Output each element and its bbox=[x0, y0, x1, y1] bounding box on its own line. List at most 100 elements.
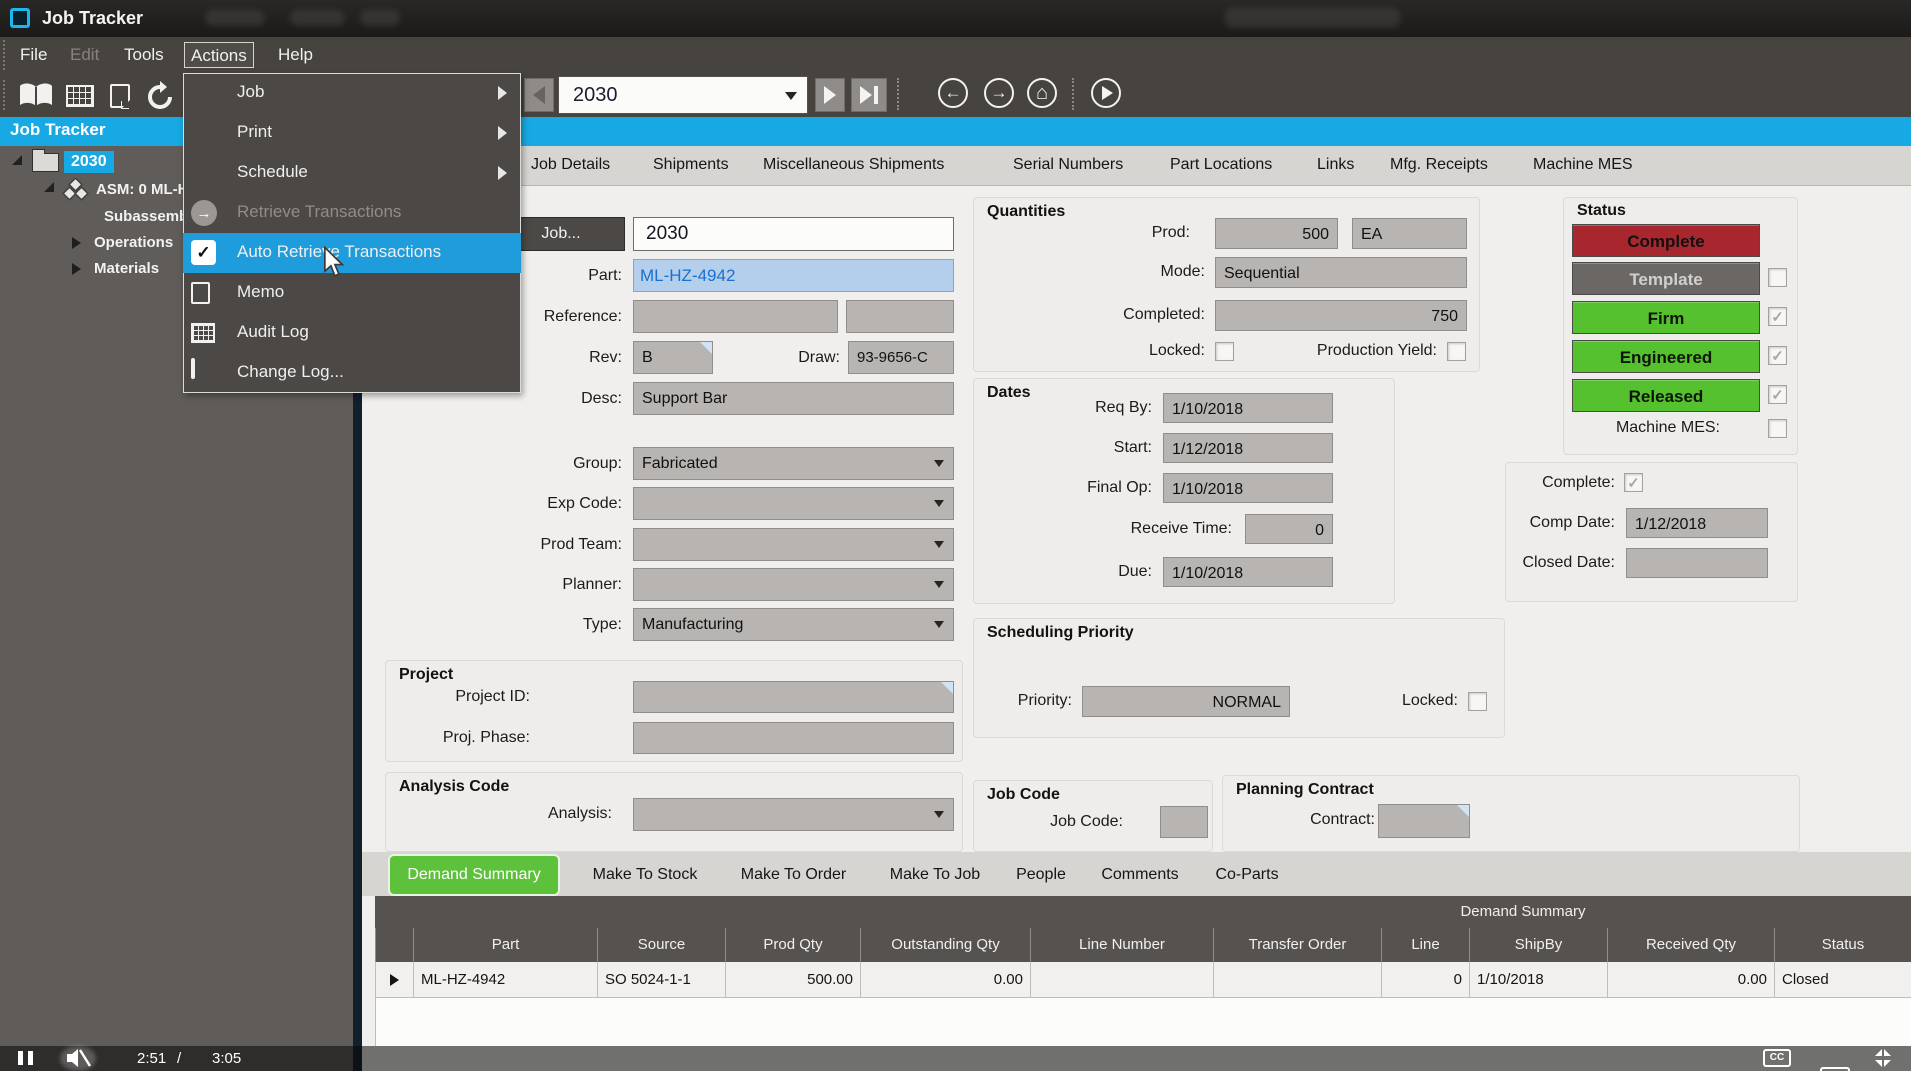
draw-field[interactable]: 93-9656-C bbox=[848, 341, 954, 374]
final-op-field[interactable]: 1/10/2018 bbox=[1163, 473, 1333, 503]
req-by-field[interactable]: 1/10/2018 bbox=[1163, 393, 1333, 423]
toolbar-grip[interactable] bbox=[3, 80, 6, 110]
header-source[interactable]: Source bbox=[597, 928, 725, 962]
tab-links[interactable]: Links bbox=[1317, 156, 1354, 174]
closed-captions-button[interactable]: CC bbox=[1763, 1049, 1791, 1067]
proj-phase-field[interactable] bbox=[633, 722, 954, 754]
menu-tools[interactable]: Tools bbox=[118, 42, 170, 68]
home-icon[interactable]: ⌂ bbox=[1027, 78, 1057, 108]
menu-item-audit-log[interactable]: Audit Log bbox=[183, 313, 521, 353]
play-icon[interactable] bbox=[1091, 78, 1121, 108]
template-checkbox[interactable] bbox=[1768, 268, 1787, 287]
tree-item-job[interactable]: 2030 bbox=[64, 151, 114, 173]
closed-date-field[interactable] bbox=[1626, 548, 1768, 578]
chevron-down-icon[interactable] bbox=[785, 92, 797, 100]
tree-item-operations[interactable]: Operations bbox=[94, 234, 173, 251]
tab-part-locations[interactable]: Part Locations bbox=[1170, 156, 1272, 174]
status-template-button[interactable]: Template bbox=[1572, 262, 1760, 295]
tree-expander-closed-icon[interactable] bbox=[72, 237, 81, 249]
machine-mes-checkbox[interactable] bbox=[1768, 419, 1787, 438]
tab-co-parts[interactable]: Co-Parts bbox=[1213, 866, 1281, 884]
mode-field[interactable]: Sequential bbox=[1215, 257, 1467, 288]
status-released-button[interactable]: Released bbox=[1572, 379, 1760, 412]
prod-unit-field[interactable]: EA bbox=[1352, 218, 1467, 249]
tab-demand-summary[interactable]: Demand Summary bbox=[388, 854, 560, 896]
toolbar-grip[interactable] bbox=[3, 40, 6, 70]
tab-miscellaneous-shipments[interactable]: Miscellaneous Shipments bbox=[763, 156, 944, 174]
due-field[interactable]: 1/10/2018 bbox=[1163, 557, 1333, 587]
menu-item-change-log[interactable]: Change Log... bbox=[183, 353, 521, 393]
note-icon[interactable] bbox=[110, 84, 130, 108]
tab-make-to-order[interactable]: Make To Order bbox=[731, 866, 856, 884]
group-dropdown[interactable]: Fabricated bbox=[633, 447, 954, 480]
book-icon[interactable] bbox=[18, 82, 54, 108]
tree-expander-open-icon[interactable] bbox=[12, 155, 22, 165]
contract-field[interactable] bbox=[1378, 804, 1470, 838]
last-job-button[interactable] bbox=[851, 78, 887, 112]
dropdown-arrow-icon[interactable] bbox=[934, 541, 944, 548]
status-firm-button[interactable]: Firm bbox=[1572, 301, 1760, 334]
header-status[interactable]: Status bbox=[1774, 928, 1911, 962]
header-received-qty[interactable]: Received Qty bbox=[1607, 928, 1774, 962]
planner-dropdown[interactable] bbox=[633, 568, 954, 601]
menu-actions[interactable]: Actions bbox=[184, 42, 254, 68]
menu-item-job[interactable]: Job bbox=[183, 73, 521, 113]
released-checkbox[interactable] bbox=[1768, 385, 1787, 404]
tab-people[interactable]: People bbox=[1012, 866, 1070, 884]
complete-checkbox[interactable] bbox=[1624, 473, 1643, 492]
desc-field[interactable]: Support Bar bbox=[633, 382, 954, 415]
engineered-checkbox[interactable] bbox=[1768, 346, 1787, 365]
menu-help[interactable]: Help bbox=[272, 42, 319, 68]
exp-code-dropdown[interactable] bbox=[633, 487, 954, 520]
tree-expander-open-icon[interactable] bbox=[44, 182, 54, 192]
tab-make-to-stock[interactable]: Make To Stock bbox=[585, 866, 705, 884]
dropdown-arrow-icon[interactable] bbox=[934, 460, 944, 467]
job-number-combobox[interactable]: 2030 bbox=[558, 76, 808, 114]
header-line[interactable]: Line bbox=[1381, 928, 1469, 962]
header-shipby[interactable]: ShipBy bbox=[1469, 928, 1607, 962]
header-outstanding-qty[interactable]: Outstanding Qty bbox=[860, 928, 1030, 962]
job-number-field[interactable]: 2030 bbox=[633, 217, 954, 251]
prod-team-dropdown[interactable] bbox=[633, 528, 954, 561]
reference-field-2[interactable] bbox=[846, 300, 954, 333]
header-transfer-order[interactable]: Transfer Order bbox=[1213, 928, 1381, 962]
menu-file[interactable]: File bbox=[14, 42, 53, 68]
header-part[interactable]: Part bbox=[413, 928, 597, 962]
refresh-icon[interactable] bbox=[144, 81, 176, 113]
production-yield-checkbox[interactable] bbox=[1447, 342, 1466, 361]
pause-icon[interactable] bbox=[18, 1051, 33, 1070]
back-icon[interactable]: ← bbox=[938, 78, 968, 108]
tab-serial-numbers[interactable]: Serial Numbers bbox=[1013, 156, 1123, 174]
tab-machine-mes[interactable]: Machine MES bbox=[1533, 156, 1633, 174]
tab-job-details[interactable]: Job Details bbox=[531, 156, 610, 174]
reference-field[interactable] bbox=[633, 300, 838, 333]
sched-locked-checkbox[interactable] bbox=[1468, 692, 1487, 711]
prod-qty-field[interactable]: 500 bbox=[1215, 218, 1338, 249]
dropdown-arrow-icon[interactable] bbox=[934, 500, 944, 507]
prev-job-button[interactable] bbox=[524, 78, 554, 112]
menu-item-schedule[interactable]: Schedule bbox=[183, 153, 521, 193]
header-line-number[interactable]: Line Number bbox=[1030, 928, 1213, 962]
start-field[interactable]: 1/12/2018 bbox=[1163, 433, 1333, 463]
tab-comments[interactable]: Comments bbox=[1097, 866, 1183, 884]
tab-mfg-receipts[interactable]: Mfg. Receipts bbox=[1390, 156, 1488, 174]
grid-icon[interactable] bbox=[66, 85, 94, 107]
firm-checkbox[interactable] bbox=[1768, 307, 1787, 326]
type-dropdown[interactable]: Manufacturing bbox=[633, 608, 954, 641]
tab-shipments[interactable]: Shipments bbox=[653, 156, 729, 174]
picture-in-picture-button[interactable] bbox=[1820, 1067, 1850, 1071]
tree-item-materials[interactable]: Materials bbox=[94, 260, 159, 277]
fullscreen-icon[interactable] bbox=[1872, 1047, 1894, 1071]
menu-item-auto-retrieve-transactions[interactable]: ✓ Auto Retrieve Transactions bbox=[183, 233, 521, 273]
completed-field[interactable]: 750 bbox=[1215, 300, 1467, 331]
menu-item-memo[interactable]: Memo bbox=[183, 273, 521, 313]
tree-expander-closed-icon[interactable] bbox=[72, 263, 81, 275]
status-complete-button[interactable]: Complete bbox=[1572, 224, 1760, 257]
status-engineered-button[interactable]: Engineered bbox=[1572, 340, 1760, 373]
part-field[interactable]: ML-HZ-4942 bbox=[633, 259, 954, 292]
table-row[interactable]: ML-HZ-4942 SO 5024-1-1 500.00 0.00 0 1/1… bbox=[375, 962, 1911, 998]
muted-speaker-icon[interactable] bbox=[66, 1048, 92, 1071]
dropdown-arrow-icon[interactable] bbox=[934, 621, 944, 628]
tab-make-to-job[interactable]: Make To Job bbox=[884, 866, 986, 884]
row-selector-cell[interactable] bbox=[375, 962, 413, 998]
